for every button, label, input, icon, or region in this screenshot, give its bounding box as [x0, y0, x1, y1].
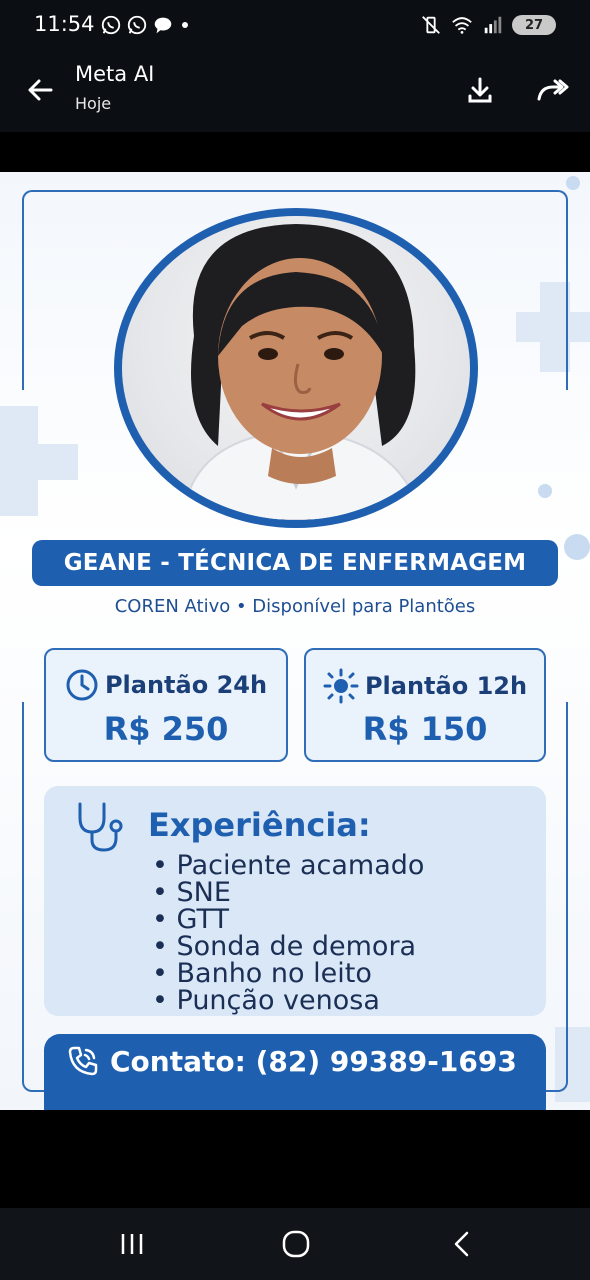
mute-vibrate-icon	[422, 16, 440, 34]
experience-box: Experiência: Paciente acamado SNE GTT So…	[44, 786, 546, 1016]
profile-photo-frame	[114, 208, 478, 528]
status-bar: 11:54 27	[0, 0, 590, 50]
viewer-background-top	[0, 132, 590, 172]
home-button[interactable]	[266, 1224, 326, 1264]
clock-icon	[66, 669, 98, 701]
back-nav-button[interactable]	[432, 1224, 492, 1264]
experience-item: SNE	[152, 879, 424, 906]
price-label: Plantão 24h	[104, 671, 268, 699]
battery-icon: 27	[512, 15, 556, 35]
price-value: R$ 150	[362, 710, 488, 748]
recents-button[interactable]	[102, 1224, 162, 1264]
whatsapp-icon	[101, 15, 121, 35]
share-icon	[537, 79, 569, 101]
price-card-12h: Plantão 12h R$ 150	[304, 648, 546, 762]
navigation-bar	[0, 1208, 590, 1280]
price-card-24h: Plantão 24h R$ 250	[44, 648, 288, 762]
experience-item: Paciente acamado	[152, 852, 425, 879]
experience-item: GTT	[152, 906, 424, 933]
experience-title: Experiência:	[148, 806, 371, 844]
credential-subtitle: COREN Ativo • Disponível para Plantões	[114, 596, 476, 617]
contact-line: Contato: (82) 99389-1693	[66, 1044, 517, 1078]
dot-icon	[182, 22, 188, 28]
price-card-header: Plantão 24h	[46, 668, 286, 702]
back-icon	[454, 1231, 469, 1257]
chat-subtitle: Hoje	[75, 94, 112, 113]
download-icon	[468, 77, 492, 103]
price-value: R$ 250	[103, 710, 229, 748]
decorative-dot	[538, 484, 552, 498]
share-button[interactable]	[532, 70, 572, 110]
signal-icon	[484, 16, 502, 34]
arrow-left-icon	[28, 79, 53, 101]
back-button[interactable]	[20, 70, 60, 110]
person-illustration	[180, 224, 424, 520]
system-icons: 27	[420, 14, 556, 36]
viewer-background-bottom	[0, 1110, 590, 1208]
wifi-icon	[452, 17, 472, 34]
decorative-cross	[0, 444, 78, 480]
chat-title: Meta AI	[75, 62, 155, 86]
status-time: 11:54	[34, 12, 95, 36]
contact-banner: Contato: (82) 99389-1693	[44, 1034, 546, 1110]
decorative-dot	[564, 534, 590, 560]
experience-list: Paciente acamado SNE GTT Sonda de demora…	[152, 852, 425, 1014]
chat-icon	[154, 17, 172, 34]
flyer-image[interactable]: GEANE - TÉCNICA DE ENFERMAGEM COREN Ativ…	[0, 172, 590, 1110]
whatsapp-icon	[127, 15, 147, 35]
name-banner: GEANE - TÉCNICA DE ENFERMAGEM	[32, 540, 558, 586]
phone-icon	[68, 1046, 98, 1076]
sun-icon	[323, 668, 359, 704]
recents-icon	[121, 1234, 143, 1254]
notification-icons	[100, 14, 192, 36]
home-icon	[282, 1230, 310, 1258]
battery-level: 27	[524, 17, 544, 33]
experience-item: Punção venosa	[152, 987, 424, 1014]
experience-item: Banho no leito	[152, 960, 424, 987]
stethoscope-icon	[78, 802, 123, 852]
profile-photo	[122, 216, 470, 520]
experience-item: Sonda de demora	[152, 933, 424, 960]
price-card-header: Plantão 12h	[306, 668, 544, 704]
decorative-dot	[566, 176, 580, 190]
price-label: Plantão 12h	[364, 672, 528, 700]
download-button[interactable]	[460, 70, 500, 110]
contact-text: Contato: (82) 99389-1693	[110, 1044, 517, 1078]
app-bar: Meta AI Hoje	[0, 50, 590, 132]
